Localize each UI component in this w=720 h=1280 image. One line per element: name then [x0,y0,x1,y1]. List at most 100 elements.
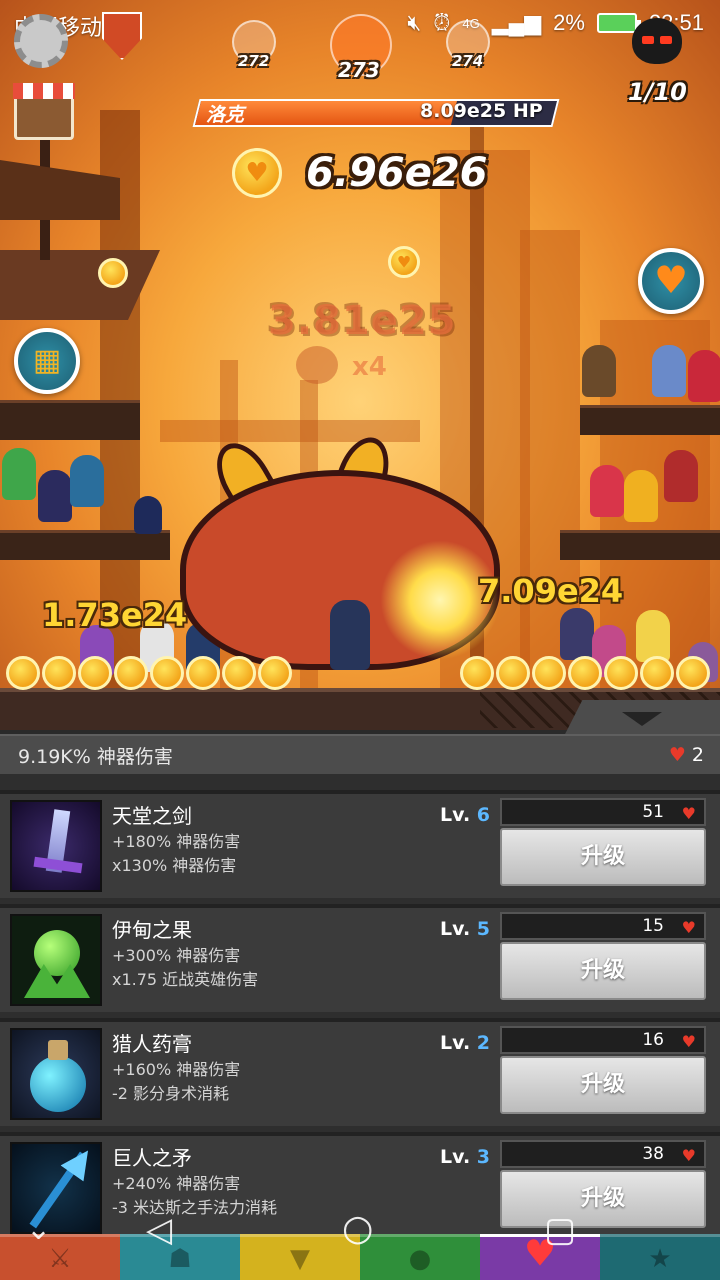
stage-current: 273 [338,58,380,82]
combo-multiplier: x4 [352,352,387,382]
demon-icon[interactable] [632,18,682,64]
shop-icon[interactable] [13,83,75,140]
right-lower-platform [560,530,720,560]
artifact-effect: +300% 神器伤害 [112,946,241,965]
fruit-icon [10,914,102,1006]
hero-sprite [70,455,104,507]
coin-pile-left[interactable] [6,656,292,690]
player-hero [330,600,370,670]
combo-demon-icon [296,346,338,384]
heart-icon: ♥ [396,252,412,272]
tap-damage: 3.81e25 [268,298,457,344]
fairy-coin[interactable] [98,258,128,288]
upgrade-button[interactable]: 升级 [500,942,706,1000]
floating-coin[interactable]: ♥ [388,246,420,278]
upgrade-cost: 16 ♥ [500,1026,706,1054]
hero-sprite [590,465,624,517]
artifact-level: Lv. 5 [440,918,491,940]
artifact-effect: x1.75 近战英雄伤害 [112,970,259,989]
relic-count: 2 [691,744,704,766]
artifact-effect: +240% 神器伤害 [112,1174,241,1193]
upgrade-cost: 15 ♥ [500,912,706,940]
relic-icon: ♥ [681,918,696,937]
hero-sprite [664,450,698,502]
boss-hp-value: 8.09e25 HP [420,100,543,122]
artifact-row: 伊甸之果 +300% 神器伤害 x1.75 近战英雄伤害 Lv. 5 15 ♥ 升… [0,904,720,1012]
floating-damage: 7.09e24 [478,572,624,610]
equipment-tab[interactable]: ▼ [240,1234,360,1280]
kill-counter: 1/10 [628,78,687,106]
battery-percent: 2% [553,10,585,35]
shirt-icon: ▼ [290,1243,310,1274]
heart-button[interactable]: ♥ [638,248,704,314]
upgrade-button[interactable]: 升级 [500,828,706,886]
gold-coin-icon: ♥ [232,148,282,198]
artifact-name: 猎人药膏 [112,1032,192,1056]
potion-icon [10,1028,102,1120]
treasure-chest-button[interactable]: ▦ [14,328,80,394]
hero-sprite [582,345,616,397]
bottom-tab-bar: ⚔ ☗ ▼ ● ♥ ★ [0,1234,720,1280]
relic-counter: ♥ 2 [669,744,704,766]
relic-icon: ♥ [681,804,696,823]
pets-tab[interactable]: ● [360,1234,480,1280]
pet-icon: ● [408,1243,432,1274]
hero-sprite [2,448,36,500]
relic-icon: ♥ [681,1032,696,1051]
hero-sprite [688,350,720,402]
heroes-icon: ☗ [168,1243,192,1274]
upgrade-cost: 38 ♥ [500,1140,706,1168]
star-icon: ★ [648,1243,672,1274]
artifact-list[interactable]: 天堂之剑 +180% 神器伤害 x130% 神器伤害 Lv. 6 51 ♥ 升级 … [0,774,720,1234]
spear-icon [10,1142,102,1234]
gear-icon[interactable] [14,14,68,68]
hero-sprite [560,608,594,660]
treasure-chest-icon: ▦ [32,342,62,378]
artifact-damage-bonus: 9.19K% 神器伤害 [18,745,173,768]
coin-pile-right[interactable] [460,656,710,690]
hero-sprite [636,610,670,662]
artifact-level: Lv. 2 [440,1032,491,1054]
stage-prev: 272 [238,52,270,70]
artifact-name: 伊甸之果 [112,918,192,942]
artifact-row: 巨人之矛 +240% 神器伤害 -3 米达斯之手法力消耗 Lv. 3 38 ♥ 升… [0,1132,720,1234]
artifact-row: 天堂之剑 +180% 神器伤害 x130% 神器伤害 Lv. 6 51 ♥ 升级 [0,790,720,898]
artifact-effect: +180% 神器伤害 [112,832,241,851]
hero-sprite [38,470,72,522]
upgrade-button[interactable]: 升级 [500,1056,706,1114]
right-platform [580,405,720,435]
upgrade-cost: 51 ♥ [500,798,706,826]
artifact-effect: -3 米达斯之手法力消耗 [112,1198,278,1217]
gold-count: 6.96e26 [306,150,488,196]
chevron-down-icon [622,712,662,726]
heroes-tab[interactable]: ☗ [120,1234,240,1280]
artifact-row: 猎人药膏 +160% 神器伤害 -2 影分身术消耗 Lv. 2 16 ♥ 升级 [0,1018,720,1126]
relic-icon: ♥ [681,1146,696,1165]
upgrade-button[interactable]: 升级 [500,1170,706,1228]
relic-icon: ♥ [668,744,686,766]
hero-sprite [134,496,162,534]
artifacts-tab[interactable]: ♥ [480,1234,600,1280]
shop-tab[interactable]: ★ [600,1234,720,1280]
hero-tab[interactable]: ⚔ [0,1234,120,1280]
mute-icon: 🔇︎ [407,10,422,35]
artifact-level: Lv. 3 [440,1146,491,1168]
game-scene[interactable]: ♥ 中国移动 4G 🔇︎ ⏰︎ 4G ▂▄▆ 2% 22:51 272 273 … [0,0,720,730]
heart-icon: ♥ [653,258,689,303]
hero-sprite [624,470,658,522]
shield-icon[interactable] [102,12,142,60]
artifact-name: 巨人之矛 [112,1146,192,1170]
stage-next: 274 [452,52,484,70]
artifact-effect: x130% 神器伤害 [112,856,237,875]
artifact-name: 天堂之剑 [112,804,192,828]
battery-icon [596,13,641,33]
artifact-level: Lv. 6 [440,804,491,826]
panel-header: 9.19K% 神器伤害 ♥ 2 [0,734,720,774]
sword-icon [10,800,102,892]
heart-icon: ♥ [245,158,269,188]
left-lower-platform [0,530,170,560]
artifact-heart-icon: ♥ [523,1233,557,1275]
signal-icon: ▂▄▆ [491,10,542,35]
left-platform [0,400,140,440]
boss-name: 洛克 [206,104,245,126]
